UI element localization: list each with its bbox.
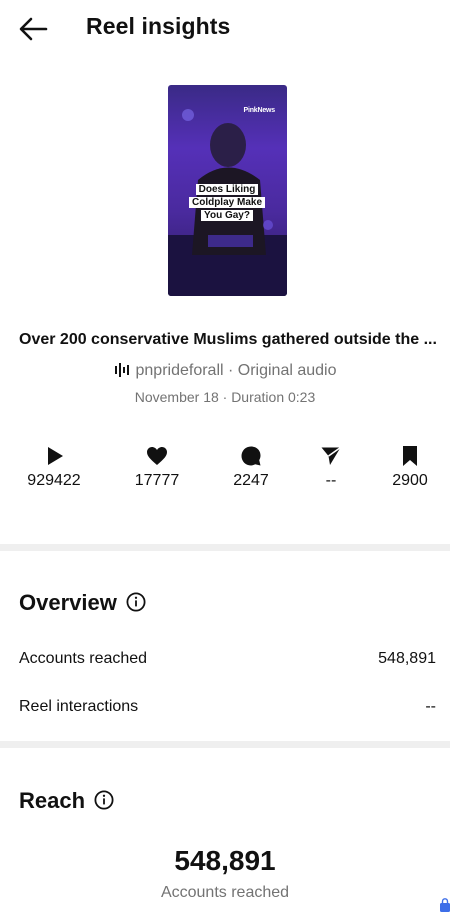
reel-thumbnail[interactable]: PinkNews Does Liking Coldplay Make You G…: [168, 85, 287, 296]
reach-title: Reach: [19, 788, 86, 813]
lock-icon: [440, 898, 450, 912]
thumbnail-brand: PinkNews: [243, 107, 276, 114]
info-icon[interactable]: [94, 790, 114, 810]
stat-comments[interactable]: 2247: [211, 444, 291, 490]
info-icon[interactable]: [126, 592, 146, 612]
stat-plays-value: 929422: [27, 472, 81, 489]
section-divider: [0, 741, 450, 748]
reach-caption: Accounts reached: [160, 884, 290, 901]
back-button[interactable]: [16, 12, 50, 46]
play-icon: [48, 447, 63, 465]
bookmark-icon: [403, 446, 417, 466]
heart-icon: [147, 447, 167, 465]
row-value: --: [425, 698, 436, 715]
stat-comments-value: 2247: [233, 472, 269, 489]
app-header: Reel insights: [0, 0, 450, 56]
stat-saves-value: 2900: [392, 472, 428, 489]
reach-number: 548,891: [174, 845, 276, 876]
stat-shares[interactable]: --: [291, 444, 371, 490]
reel-title: Over 200 conservative Muslims gathered o…: [19, 331, 437, 348]
row-label: Accounts reached: [19, 650, 148, 667]
share-icon: [321, 446, 341, 465]
page-title: Reel insights: [86, 13, 231, 39]
audio-info[interactable]: pnprideforall · Original audio: [0, 362, 450, 380]
stat-saves[interactable]: 2900: [370, 444, 450, 490]
arrow-left-icon: [19, 17, 48, 41]
stat-plays[interactable]: 929422: [14, 444, 94, 490]
audio-wave-icon: [114, 363, 129, 377]
stat-likes-value: 17777: [134, 472, 180, 489]
section-divider: [0, 544, 450, 551]
overview-title: Overview: [19, 590, 117, 615]
thumbnail-caption: Does Liking Coldplay Make You Gay?: [186, 183, 268, 222]
stat-shares-value: --: [325, 472, 337, 489]
row-label: Reel interactions: [19, 698, 139, 715]
audio-label: pnprideforall · Original audio: [135, 362, 337, 379]
stat-likes[interactable]: 17777: [117, 444, 197, 490]
stats-row: 929422 17777 2247 -- 2900: [0, 444, 450, 504]
comment-icon: [241, 446, 261, 466]
reel-meta: November 18 · Duration 0:23: [134, 389, 316, 405]
row-value: 548,891: [378, 650, 436, 667]
